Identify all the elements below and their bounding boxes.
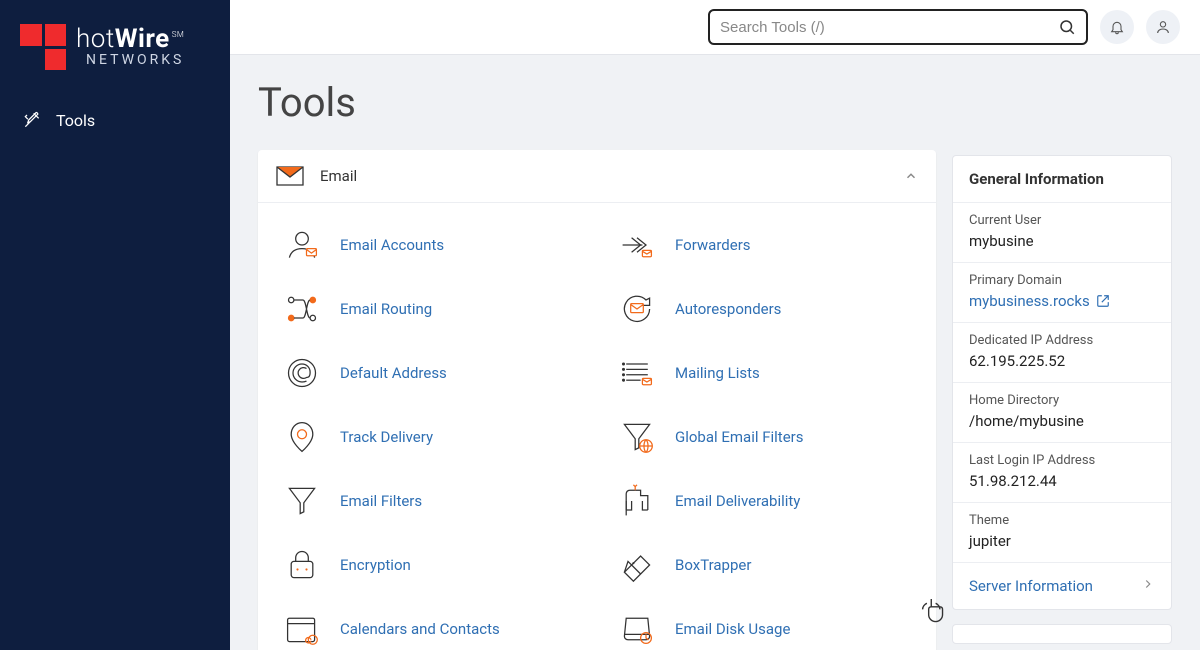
- tool-email-accounts[interactable]: Email Accounts: [262, 213, 597, 277]
- tool-label: Email Disk Usage: [675, 620, 790, 638]
- autoresponders-icon: [619, 291, 655, 327]
- tool-label: Email Routing: [340, 300, 432, 318]
- chevron-right-icon: [1141, 577, 1155, 591]
- email-filters-icon: [284, 483, 320, 519]
- info-label: Last Login IP Address: [969, 453, 1155, 468]
- tool-calendars-contacts[interactable]: Calendars and Contacts: [262, 597, 597, 650]
- info-value: 62.195.225.52: [969, 352, 1155, 370]
- info-value: 51.98.212.44: [969, 472, 1155, 490]
- info-theme: Theme jupiter: [953, 503, 1171, 563]
- tool-label: Global Email Filters: [675, 428, 804, 446]
- email-disk-usage-icon: [619, 611, 655, 647]
- tool-mailing-lists[interactable]: Mailing Lists: [597, 341, 932, 405]
- tool-label: Email Deliverability: [675, 492, 800, 510]
- sidebar-item-tools[interactable]: Tools: [0, 100, 230, 140]
- user-icon: [1155, 19, 1171, 35]
- page-title: Tools: [258, 79, 936, 126]
- email-routing-icon: [284, 291, 320, 327]
- server-information-link[interactable]: Server Information: [953, 563, 1171, 609]
- notifications-button[interactable]: [1100, 10, 1134, 44]
- bell-icon: [1109, 19, 1125, 35]
- email-deliverability-icon: [619, 483, 655, 519]
- info-label: Dedicated IP Address: [969, 333, 1155, 348]
- search-box[interactable]: [708, 9, 1088, 45]
- tool-email-disk-usage[interactable]: Email Disk Usage: [597, 597, 932, 650]
- tools-icon: [22, 110, 42, 130]
- mailing-lists-icon: [619, 355, 655, 391]
- tool-email-deliverability[interactable]: Email Deliverability: [597, 469, 932, 533]
- forwarders-icon: [619, 227, 655, 263]
- brand-text-bold: Wire: [115, 24, 170, 54]
- info-value: jupiter: [969, 532, 1155, 550]
- tool-default-address[interactable]: Default Address: [262, 341, 597, 405]
- panel-title: Email: [320, 167, 904, 185]
- global-email-filters-icon: [619, 419, 655, 455]
- tool-global-email-filters[interactable]: Global Email Filters: [597, 405, 932, 469]
- tool-label: Email Filters: [340, 492, 422, 510]
- info-value: mybusiness.rocks: [969, 292, 1090, 310]
- brand-text-light: hot: [76, 24, 115, 54]
- boxtrapper-icon: [619, 547, 655, 583]
- info-label: Primary Domain: [969, 273, 1155, 288]
- info-dedicated-ip: Dedicated IP Address 62.195.225.52: [953, 323, 1171, 383]
- brand-sm: SM: [172, 30, 185, 39]
- brand-logo: hotWireSM NETWORKS: [0, 24, 230, 100]
- email-panel: Email Email Accounts Forwarders: [258, 150, 936, 650]
- sidebar: hotWireSM NETWORKS Tools: [0, 0, 230, 650]
- info-label: Theme: [969, 513, 1155, 528]
- tool-email-filters[interactable]: Email Filters: [262, 469, 597, 533]
- tool-label: Autoresponders: [675, 300, 781, 318]
- account-button[interactable]: [1146, 10, 1180, 44]
- tool-label: Default Address: [340, 364, 447, 382]
- tool-label: Mailing Lists: [675, 364, 760, 382]
- info-last-login-ip: Last Login IP Address 51.98.212.44: [953, 443, 1171, 503]
- sidebar-item-label: Tools: [56, 111, 95, 130]
- search-input[interactable]: [720, 19, 1058, 36]
- info-label: Current User: [969, 213, 1155, 228]
- server-info-label: Server Information: [969, 577, 1093, 595]
- tool-forwarders[interactable]: Forwarders: [597, 213, 932, 277]
- info-value: /home/mybusine: [969, 412, 1155, 430]
- calendars-contacts-icon: [284, 611, 320, 647]
- extra-panel: [952, 624, 1172, 644]
- info-primary-domain: Primary Domain mybusiness.rocks: [953, 263, 1171, 323]
- search-icon: [1058, 18, 1076, 36]
- default-address-icon: [284, 355, 320, 391]
- track-delivery-icon: [284, 419, 320, 455]
- email-accounts-icon: [284, 227, 320, 263]
- external-link-icon: [1096, 294, 1110, 308]
- primary-domain-link[interactable]: mybusiness.rocks: [969, 292, 1155, 310]
- chevron-up-icon: [904, 169, 918, 183]
- info-title: General Information: [953, 156, 1171, 203]
- topbar: [230, 0, 1200, 55]
- tool-label: Track Delivery: [340, 428, 433, 446]
- tool-label: Encryption: [340, 556, 411, 574]
- tool-label: BoxTrapper: [675, 556, 751, 574]
- info-current-user: Current User mybusine: [953, 203, 1171, 263]
- brand-subtext: NETWORKS: [76, 53, 184, 68]
- info-label: Home Directory: [969, 393, 1155, 408]
- tool-boxtrapper[interactable]: BoxTrapper: [597, 533, 932, 597]
- tool-email-routing[interactable]: Email Routing: [262, 277, 597, 341]
- tool-encryption[interactable]: Encryption: [262, 533, 597, 597]
- tool-label: Calendars and Contacts: [340, 620, 500, 638]
- encryption-icon: [284, 547, 320, 583]
- tool-autoresponders[interactable]: Autoresponders: [597, 277, 932, 341]
- tool-label: Email Accounts: [340, 236, 444, 254]
- tool-track-delivery[interactable]: Track Delivery: [262, 405, 597, 469]
- tool-label: Forwarders: [675, 236, 751, 254]
- email-panel-header[interactable]: Email: [258, 150, 936, 203]
- envelope-icon: [276, 166, 304, 186]
- general-info-panel: General Information Current User mybusin…: [952, 155, 1172, 610]
- info-value: mybusine: [969, 232, 1155, 250]
- info-home-directory: Home Directory /home/mybusine: [953, 383, 1171, 443]
- brand-mark-icon: [20, 24, 66, 70]
